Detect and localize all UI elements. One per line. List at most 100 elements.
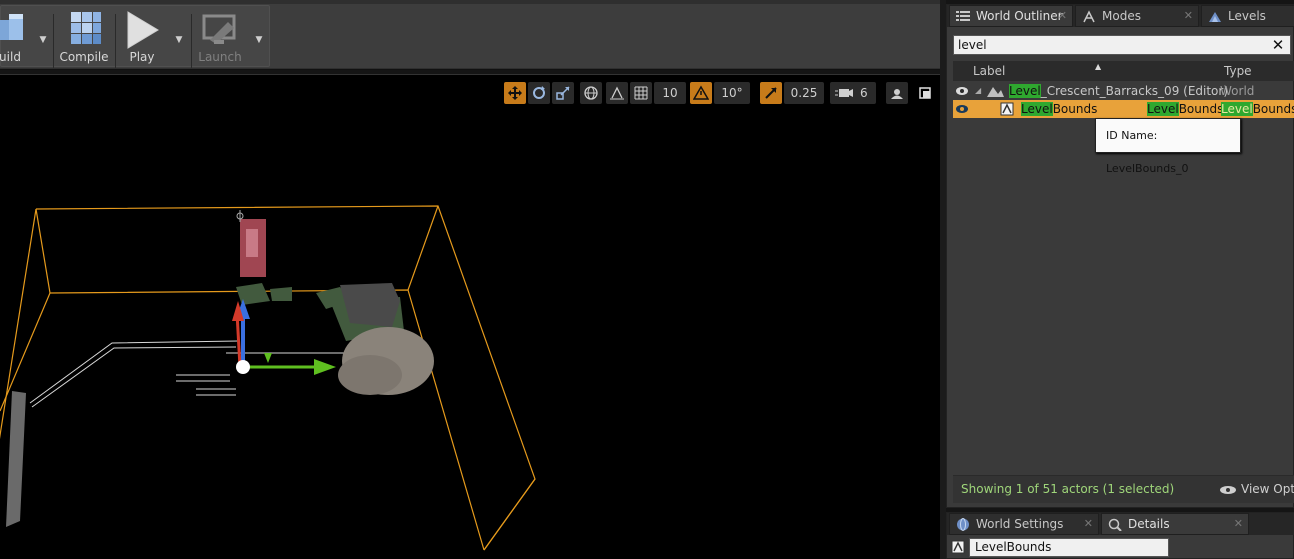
main-toolbar: uild ▼ Compile Play ▼ Launch ▼ xyxy=(0,0,940,70)
outliner-search-box: ✕ xyxy=(953,35,1291,55)
world-icon xyxy=(987,87,1004,97)
play-button[interactable]: Play xyxy=(117,6,167,68)
play-label: Play xyxy=(129,50,155,64)
filter-match-highlight: Level xyxy=(1021,102,1053,116)
visibility-eye-icon[interactable] xyxy=(955,102,969,116)
build-button[interactable]: uild xyxy=(0,6,33,68)
build-icon xyxy=(0,14,23,40)
scale-snap-toggle[interactable] xyxy=(760,82,782,104)
id-name-tooltip: ID Name: LevelBounds_0 xyxy=(1095,118,1241,175)
launch-button[interactable]: Launch xyxy=(193,6,247,68)
tab-details[interactable]: Details ✕ xyxy=(1101,513,1249,535)
close-icon[interactable]: ✕ xyxy=(1084,514,1093,534)
scale-snap-value[interactable]: 0.25 xyxy=(784,82,824,104)
coordinate-system-button[interactable] xyxy=(580,82,602,104)
outliner-row-world[interactable]: ◢ Level_Crescent_Barracks_09 (Editor) Wo… xyxy=(953,82,1294,100)
tab-label: Details xyxy=(1128,517,1170,531)
world-outliner-panel: World Outliner ✕ Modes ✕ Levels ✕ ▲ Labe… xyxy=(946,4,1294,508)
details-panel: World Settings ✕ Details ✕ LevelBounds xyxy=(946,512,1294,559)
row-label-rest: Bounds xyxy=(1052,102,1098,116)
railing-geometry xyxy=(29,340,350,408)
level-viewport[interactable]: 10 10° 0.25 6 xyxy=(0,74,940,559)
close-icon[interactable]: ✕ xyxy=(1058,6,1067,26)
toolbar-divider xyxy=(191,14,192,68)
close-icon[interactable]: ✕ xyxy=(1234,514,1243,534)
actor-icon xyxy=(951,540,965,554)
camera-speed-value: 6 xyxy=(860,86,868,100)
actor-name-field[interactable]: LevelBounds xyxy=(969,538,1169,557)
toolbar-divider xyxy=(53,14,54,68)
maximize-icon xyxy=(919,87,931,99)
row-type-rest: Bounds xyxy=(1252,102,1294,116)
row-type: World xyxy=(1220,84,1255,98)
viewport-options-button[interactable] xyxy=(886,82,908,104)
tab-label: World Settings xyxy=(976,517,1064,531)
launch-dropdown-arrow[interactable]: ▼ xyxy=(253,34,265,46)
modes-icon xyxy=(1083,10,1095,23)
tab-modes[interactable]: Modes ✕ xyxy=(1075,5,1199,27)
globe-icon xyxy=(584,86,598,100)
wall-geometry xyxy=(6,391,26,527)
tab-label: World Outliner xyxy=(976,9,1063,23)
toolbar-divider xyxy=(115,14,116,68)
scale-snap-icon xyxy=(765,87,777,99)
sort-arrow-icon: ▲ xyxy=(1095,62,1102,71)
camera-speed-button[interactable]: 6 xyxy=(830,82,876,104)
rotation-snap-value[interactable]: 10° xyxy=(714,82,750,104)
grid-snap-toggle[interactable] xyxy=(630,82,652,104)
transform-gizmo[interactable] xyxy=(232,299,336,375)
row-type-overflow: LevelBounds xyxy=(1221,100,1294,118)
compile-button[interactable]: Compile xyxy=(57,6,111,68)
column-label-header[interactable]: Label xyxy=(973,61,1005,81)
row-type: LevelBounds xyxy=(1147,100,1223,118)
tab-world-outliner[interactable]: World Outliner ✕ xyxy=(949,5,1073,27)
close-icon[interactable]: ✕ xyxy=(1184,6,1193,26)
filter-match-highlight: Level xyxy=(1009,84,1041,98)
play-icon xyxy=(127,11,159,49)
outliner-tab-bar: World Outliner ✕ Modes ✕ Levels xyxy=(947,5,1294,27)
tab-world-settings[interactable]: World Settings ✕ xyxy=(949,513,1099,535)
rotate-mode-button[interactable] xyxy=(528,82,550,104)
rotate-icon xyxy=(533,86,545,99)
globe-icon xyxy=(957,518,969,531)
camera-speed-icon xyxy=(835,89,853,97)
rotation-snap-toggle[interactable] xyxy=(690,82,712,104)
tab-levels[interactable]: Levels xyxy=(1201,5,1294,27)
actor-icon xyxy=(1000,102,1014,116)
clear-search-icon[interactable]: ✕ xyxy=(1270,37,1286,53)
grid-snap-value[interactable]: 10 xyxy=(654,82,686,104)
tab-label: Levels xyxy=(1228,9,1266,23)
row-label-rest: _Crescent_Barracks_09 (Editor) xyxy=(1040,84,1229,98)
view-options-button[interactable]: View Options xyxy=(1241,482,1294,496)
outliner-row-levelbounds[interactable]: LevelBounds LevelBounds LevelBounds xyxy=(953,100,1294,118)
actor-count-text: Showing 1 of 51 actors (1 selected) xyxy=(961,482,1175,496)
outliner-search-input[interactable] xyxy=(958,36,1258,54)
build-label: uild xyxy=(0,50,21,64)
scale-mode-button[interactable] xyxy=(552,82,574,104)
row-label: LevelBounds xyxy=(1021,100,1097,118)
levels-icon xyxy=(1209,12,1221,22)
scene-render[interactable] xyxy=(0,75,940,559)
translate-mode-button[interactable] xyxy=(504,82,526,104)
surface-snap-button[interactable] xyxy=(606,82,628,104)
level-bounds-box xyxy=(0,205,536,551)
build-dropdown-arrow[interactable]: ▼ xyxy=(37,34,49,46)
details-tab-bar: World Settings ✕ Details ✕ xyxy=(947,513,1294,535)
toolbar-group: uild ▼ Compile Play ▼ Launch ▼ xyxy=(0,5,270,68)
play-dropdown-arrow[interactable]: ▼ xyxy=(173,34,185,46)
expand-arrow-icon[interactable]: ◢ xyxy=(975,82,981,100)
surface-snap-icon xyxy=(610,86,624,100)
compile-icon xyxy=(71,12,101,44)
eye-icon xyxy=(1220,486,1236,494)
row-type-rest: Bounds xyxy=(1178,102,1224,116)
compile-label: Compile xyxy=(59,50,109,64)
tab-label: Modes xyxy=(1102,9,1141,23)
camera-icon xyxy=(891,89,903,99)
filter-match-highlight: Level xyxy=(1221,102,1253,116)
column-type-header[interactable]: Type xyxy=(1224,61,1252,81)
visibility-eye-icon[interactable] xyxy=(955,84,969,98)
list-icon xyxy=(956,11,970,21)
maximize-viewport-button[interactable] xyxy=(914,82,936,104)
info-icon xyxy=(1108,518,1122,531)
launch-label: Launch xyxy=(198,50,242,64)
